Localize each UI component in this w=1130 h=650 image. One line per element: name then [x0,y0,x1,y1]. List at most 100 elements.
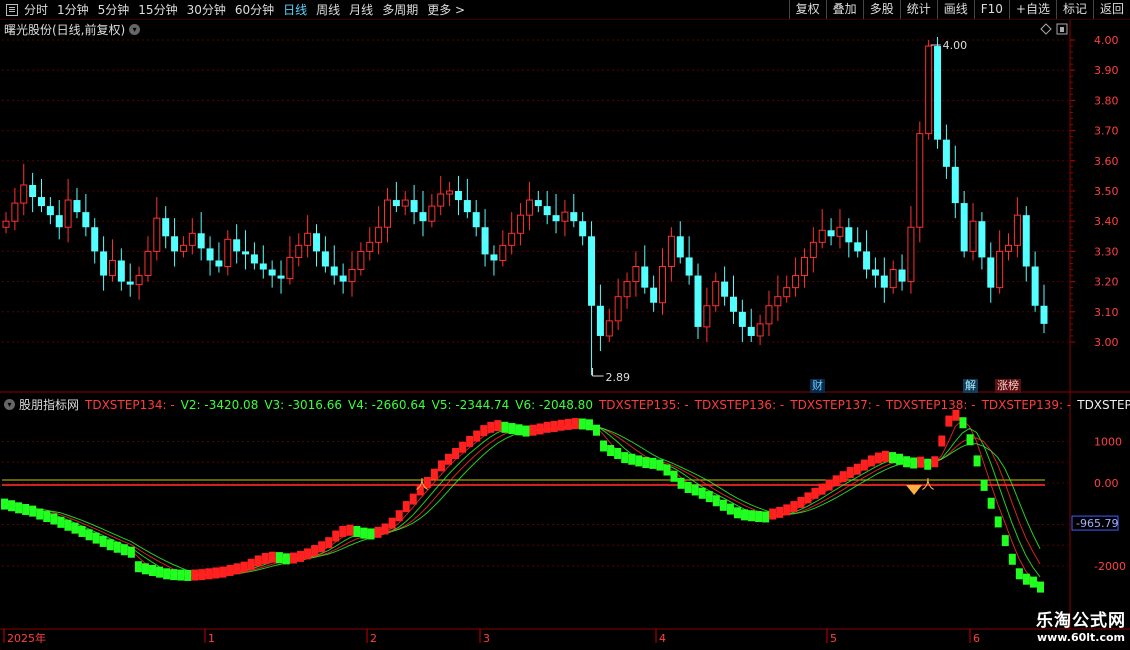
title-dropdown-icon[interactable]: ▾ [129,24,141,35]
indicator-lag-line [3,426,1041,576]
candle-body [898,269,906,282]
candle-body [978,221,986,258]
candle-body [543,206,551,216]
indicator-bar [649,457,657,469]
indicator-bar [437,460,445,472]
candle-body [2,220,10,228]
indicator-bar [924,458,932,470]
candle-body [987,257,995,288]
candle-body [224,238,232,268]
indicator-bar [233,563,241,575]
price-axis-label: 3.20 [1094,276,1119,289]
indicator-bar [522,425,530,437]
diamond-icon [1040,23,1052,35]
candle-body [446,190,454,195]
date-axis-label: 2 [370,632,377,645]
indicator-bar [205,568,213,580]
indicator-bar [783,504,791,516]
candle-body [1022,215,1030,267]
indicator-bar [804,492,812,504]
candle-body [339,275,347,282]
indicator-label: TDXSTEP139: - [981,397,1072,412]
candle-body [969,220,977,252]
candle-body [552,215,560,222]
candle-body [667,235,675,268]
indicator-bar [684,481,692,493]
indicator-bar [1037,581,1044,593]
candle-body [854,242,862,252]
indicator-name[interactable]: 股朋指标网 [19,396,79,413]
candle-body [481,227,489,255]
indicator-bar [22,503,30,515]
candle-body [383,199,391,228]
indicator-label: TDXSTEP135: - [598,397,689,412]
candle-body [392,200,400,207]
gain-rank-tag[interactable]: 涨榜 [995,379,1021,393]
indicator-bar [903,456,911,468]
indicator-axis-label: -2000 [1094,560,1126,573]
indicator-bar [755,511,763,523]
candle-body [490,254,498,261]
indicator-bar [459,441,467,453]
window-icon-inner [1060,27,1064,32]
candle-body [996,250,1004,289]
indicator-bar [395,510,403,522]
indicator-dropdown-icon[interactable]: ▾ [4,399,15,410]
indicator-lag-line [3,424,1041,578]
price-axis-label: 3.40 [1094,215,1119,228]
indicator-label: TDXSTEP137: - [790,397,880,412]
indicator-bar [268,551,276,563]
candle-body [162,218,170,237]
unlock-tag[interactable]: 解 [963,379,978,393]
candle-body [144,250,152,277]
indicator-bar [346,524,354,536]
candle-body [659,266,667,304]
indicator-bar [677,477,685,489]
date-axis-label: 1 [208,632,215,645]
indicator-bar [381,523,389,535]
indicator-bar [508,423,516,435]
candle-body [304,232,312,246]
indicator-bar [550,420,558,432]
candle-body [277,275,285,279]
indicator-bar [1022,573,1030,585]
indicator-bar [832,475,840,487]
indicator-bar [466,435,474,447]
candle-body [463,200,471,213]
candle-body [215,260,223,267]
candle-body [55,215,63,228]
indicator-lag-line [3,419,1041,584]
candle-body [738,311,746,327]
indicator-bar [282,553,290,565]
indicator-label: V5: -2344.74 [431,397,510,412]
candle-body [259,263,267,270]
indicator-bar [494,420,502,432]
indicator-bar [120,544,128,556]
candle-body [91,227,99,252]
candle-body [73,200,81,213]
indicator-bar [585,419,593,431]
indicator-bar [846,467,854,479]
low-price-label: 2.89 [606,371,631,384]
candle-body [694,275,702,327]
finance-tag[interactable]: 财 [810,379,825,393]
indicator-label: V3: -3016.66 [264,397,342,412]
candle-body [410,200,418,213]
indicator-bar [134,561,142,573]
candle-body [321,251,329,267]
date-axis-label: 4 [659,632,666,645]
candle-body [1005,244,1013,252]
candle-body [508,232,516,246]
indicator-bar [726,503,734,515]
signal-diamond [906,485,922,495]
indicator-title: ▾ 股朋指标网 TDXSTEP134: - V2: -3420.08 V3: -30… [4,396,1130,413]
candle-body [641,266,649,288]
indicator-bar [43,511,51,523]
indicator-bar [776,506,784,518]
indicator-bar [430,468,438,480]
indicator-bar [1,498,8,510]
indicator-bar [628,453,636,465]
candle-body [64,199,72,228]
candle-body [605,320,613,337]
indicator-bar [839,471,847,483]
